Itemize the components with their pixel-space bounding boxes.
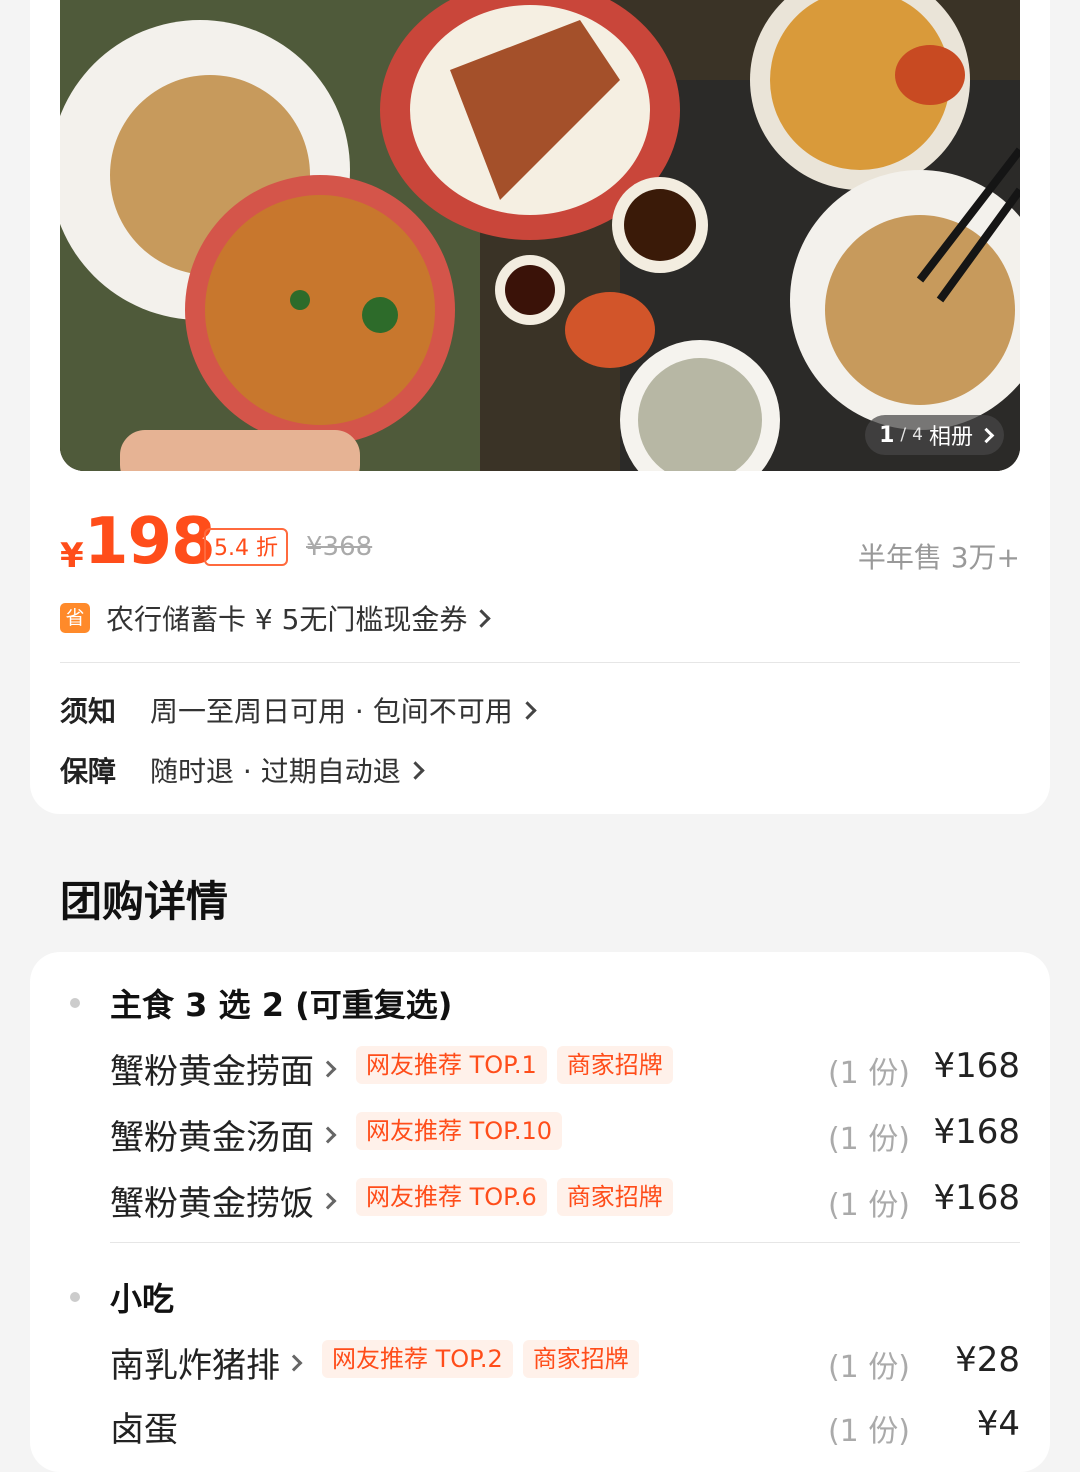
item-name: 卤蛋: [110, 1410, 178, 1450]
save-icon: 省: [60, 603, 90, 633]
signature-tag: 商家招牌: [556, 1046, 673, 1084]
notice-value: 周一至周日可用 · 包间不可用: [150, 695, 513, 728]
item-price: ¥28: [955, 1340, 1020, 1380]
chevron-right-icon: [319, 1192, 337, 1209]
group-header: 主食 3 选 2 (可重复选): [70, 980, 452, 1026]
item-quantity: (1 份): [827, 1122, 910, 1157]
item-price: ¥168: [933, 1178, 1020, 1218]
chevron-right-icon: [319, 1126, 337, 1143]
album-label: 相册: [928, 425, 973, 450]
rank-tag: 网友推荐 TOP.1: [356, 1046, 547, 1084]
bullet-dot: [70, 998, 80, 1008]
menu-item[interactable]: 蟹粉黄金捞饭 网友推荐 TOP.6 商家招牌 (1 份) ¥168: [110, 1172, 1020, 1224]
menu-item[interactable]: 南乳炸猪排 网友推荐 TOP.2 商家招牌 (1 份) ¥28: [110, 1334, 1020, 1386]
group-title: 小吃: [110, 1280, 175, 1318]
divider: [110, 1242, 1020, 1243]
coupon-text: 农行储蓄卡 ¥ 5无门槛现金券: [106, 603, 468, 636]
item-quantity: (1 份): [827, 1188, 910, 1223]
notice-row[interactable]: 须知 周一至周日可用 · 包间不可用: [60, 690, 537, 730]
section-title: 团购详情: [60, 877, 229, 926]
rank-tag: 网友推荐 TOP.2: [322, 1340, 513, 1378]
divider: [60, 662, 1020, 663]
group-header: 小吃: [70, 1274, 174, 1320]
menu-item[interactable]: 蟹粉黄金捞面 网友推荐 TOP.1 商家招牌 (1 份) ¥168: [110, 1040, 1020, 1092]
menu-item[interactable]: 蟹粉黄金汤面 网友推荐 TOP.10 (1 份) ¥168: [110, 1106, 1020, 1158]
chevron-right-icon: [285, 1354, 303, 1371]
signature-tag: 商家招牌: [556, 1178, 673, 1216]
guarantee-label: 保障: [60, 755, 117, 788]
item-quantity: (1 份): [827, 1414, 910, 1449]
item-name: 蟹粉黄金捞面: [110, 1052, 314, 1092]
signature-tag: 商家招牌: [522, 1340, 639, 1378]
item-name: 蟹粉黄金捞饭: [110, 1184, 314, 1224]
item-price: ¥4: [976, 1404, 1020, 1444]
food-photo-illustration: [60, 0, 1020, 471]
item-quantity: (1 份): [827, 1056, 910, 1091]
gallery-total: 4: [912, 425, 923, 445]
chevron-right-icon: [406, 760, 425, 780]
rank-tag: 网友推荐 TOP.10: [356, 1112, 563, 1150]
gallery-index: 1: [879, 422, 895, 448]
chevron-right-icon: [978, 427, 995, 443]
chevron-right-icon: [518, 700, 537, 720]
group-title: 主食 3 选 2 (可重复选): [110, 986, 453, 1024]
album-button[interactable]: 1 / 4 相册: [865, 415, 1004, 455]
original-price: ¥368: [306, 532, 373, 562]
item-quantity: (1 份): [827, 1350, 910, 1385]
chevron-right-icon: [472, 608, 492, 628]
currency-symbol: ¥: [60, 536, 84, 576]
notice-label: 须知: [60, 695, 117, 728]
item-price: ¥168: [933, 1046, 1020, 1086]
menu-item[interactable]: 卤蛋 (1 份) ¥4: [110, 1398, 1020, 1450]
coupon-link[interactable]: 省 农行储蓄卡 ¥ 5无门槛现金券: [60, 596, 492, 640]
item-price: ¥168: [933, 1112, 1020, 1152]
gallery-total-sep: /: [900, 425, 907, 445]
food-photo[interactable]: 1 / 4 相册: [60, 0, 1020, 471]
item-name: 南乳炸猪排: [110, 1346, 280, 1386]
item-name: 蟹粉黄金汤面: [110, 1118, 314, 1158]
discount-badge: 5.4 折: [204, 528, 288, 566]
price-row: ¥ 198 5.4 折 ¥368 半年售 3万+: [60, 506, 1020, 582]
deal-price: 198: [84, 505, 216, 579]
bullet-dot: [70, 1292, 80, 1302]
rank-tag: 网友推荐 TOP.6: [356, 1178, 547, 1216]
chevron-right-icon: [319, 1060, 337, 1077]
sales-count: 半年售 3万+: [857, 541, 1020, 574]
guarantee-row[interactable]: 保障 随时退 · 过期自动退: [60, 750, 425, 790]
guarantee-value: 随时退 · 过期自动退: [150, 755, 401, 788]
deal-details-card: 主食 3 选 2 (可重复选) 蟹粉黄金捞面 网友推荐 TOP.1 商家招牌 (…: [30, 952, 1050, 1472]
